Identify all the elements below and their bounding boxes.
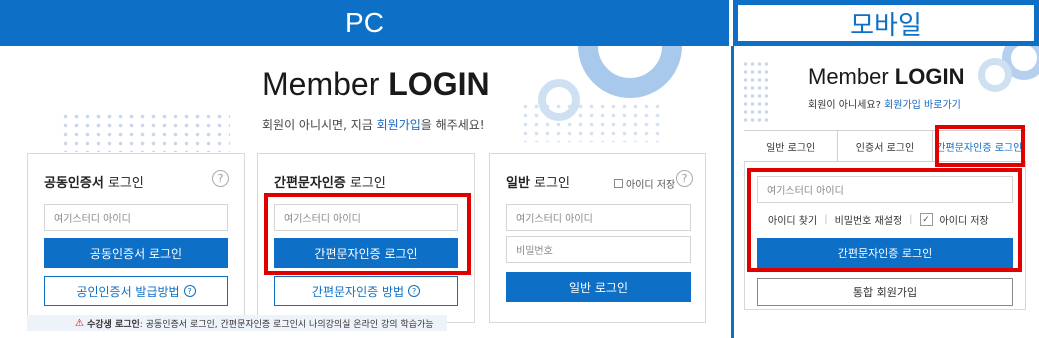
cert-title-rest: 로그인 [103,176,144,191]
general-password-placeholder: 비밀번호 [516,246,553,257]
cert-login-label: 공동인증서 로그인 [89,246,183,261]
highlight-box [264,193,471,275]
cert-guide-button[interactable]: 공인인증서 발급방법? [44,276,228,306]
general-id-input[interactable]: 여기스터디 아이디 [506,204,691,231]
mobile-title-bold: LOGIN [894,64,965,89]
mobile-join-label: 통합 회원가입 [852,286,918,299]
general-login-button[interactable]: 일반 로그인 [506,272,691,302]
pc-header-label: PC [345,7,384,38]
help-icon[interactable]: ? [676,170,693,187]
subtitle-text-end: 을 해주세요! [420,118,485,132]
cert-panel-title: 공동인증서 로그인 [44,172,144,191]
mobile-title-light: Member [808,64,895,89]
general-panel-title: 일반 로그인 [506,172,570,191]
cert-login-button[interactable]: 공동인증서 로그인 [44,238,228,268]
mobile-page-title: Member LOGIN [808,64,964,90]
subtitle-text: 회원이 아니시면, 지금 [262,118,377,132]
mobile-signup-link[interactable]: 회원가입 바로가기 [884,100,961,111]
mobile-header-label: 모바일 [850,10,922,41]
sms-guide-label: 간편문자인증 방법 [311,284,405,299]
notice-text: : 공동인증서 로그인, 간편문자인증 로그인시 나의강의실 온라인 강의 학습… [139,319,434,330]
cert-id-placeholder: 여기스터디 아이디 [54,214,131,225]
checkbox-box [614,179,623,188]
save-id-checkbox[interactable]: 아이디 저장 [614,176,675,191]
help-icon: ? [183,285,196,297]
cert-title-bold: 공동인증서 [44,176,104,191]
sms-title-rest: 로그인 [345,176,386,191]
general-login-label: 일반 로그인 [568,280,628,295]
cert-login-panel: 공동인증서 로그인 ? 여기스터디 아이디 공동인증서 로그인 공인인증서 발급… [27,153,245,323]
highlight-box [747,168,1022,272]
decorative-ring [578,46,682,98]
title-light: Member [262,66,389,102]
decorative-ring [978,58,1012,92]
notice-bold: 수강생 로그인 [86,319,140,330]
general-title-bold: 일반 [506,176,530,191]
highlight-box [935,125,1025,167]
mobile-subtitle-text: 회원이 아니세요? [808,100,885,111]
general-password-input[interactable]: 비밀번호 [506,236,691,263]
save-id-label: 아이디 저장 [626,180,676,191]
decorative-dots [742,60,770,124]
mobile-header: 모바일 [738,5,1034,41]
mobile-subtitle: 회원이 아니세요? 회원가입 바로가기 [808,96,961,111]
tab-general-login[interactable]: 일반 로그인 [744,131,839,161]
decorative-ring [538,79,580,121]
sms-guide-button[interactable]: 간편문자인증 방법? [274,276,458,306]
sms-title-bold: 간편문자인증 [274,176,346,191]
sms-login-panel: 간편문자인증 로그인 여기스터디 아이디 간편문자인증 로그인 간편문자인증 방… [257,153,475,323]
student-login-notice: ⚠ 수강생 로그인 : 공동인증서 로그인, 간편문자인증 로그인시 나의강의실 … [27,315,447,331]
mobile-join-button[interactable]: 통합 회원가입 [757,278,1013,306]
sms-panel-title: 간편문자인증 로그인 [274,172,386,191]
cert-guide-label: 공인인증서 발급방법 [76,284,180,299]
pc-header: PC [0,0,729,46]
signup-link[interactable]: 회원가입 [377,118,421,132]
help-icon[interactable]: ? [212,170,229,187]
pc-login-section: Member LOGIN 회원이 아니시면, 지금 회원가입을 해주세요! 공동… [0,46,729,338]
tab-cert-login[interactable]: 인증서 로그인 [838,131,933,161]
general-id-placeholder: 여기스터디 아이디 [516,214,593,225]
decorative-dots [60,112,230,152]
warning-icon: ⚠ [75,317,84,329]
page-subtitle: 회원이 아니시면, 지금 회원가입을 해주세요! [262,116,485,133]
general-login-panel: 일반 로그인 아이디 저장 ? 여기스터디 아이디 비밀번호 일반 로그인 [489,153,706,323]
cert-id-input[interactable]: 여기스터디 아이디 [44,204,228,231]
mobile-login-section: Member LOGIN 회원이 아니세요? 회원가입 바로가기 일반 로그인 … [731,46,1039,338]
page-title: Member LOGIN [262,66,490,103]
title-bold: LOGIN [388,66,490,102]
help-icon: ? [408,285,421,297]
general-title-rest: 로그인 [529,176,570,191]
